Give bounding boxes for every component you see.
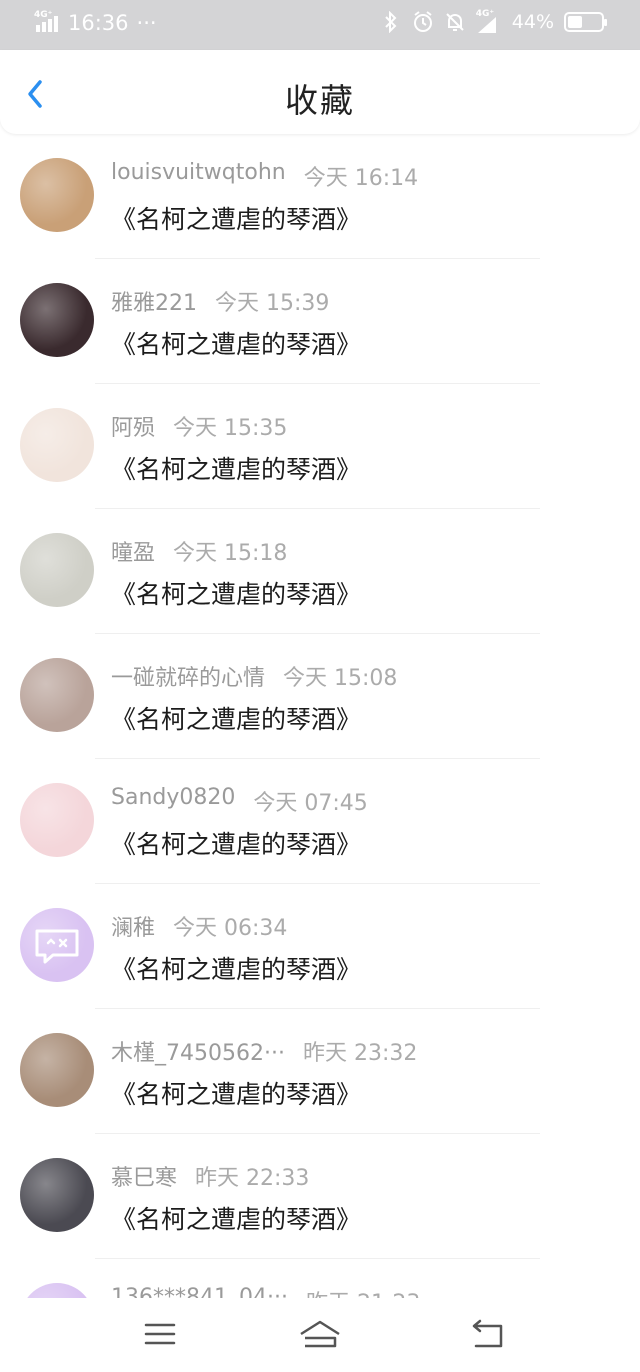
avatar[interactable]	[20, 533, 94, 607]
book-title[interactable]: 《名柯之遭虐的琴酒》	[111, 1200, 361, 1236]
username[interactable]: 澜稚	[111, 910, 155, 942]
username[interactable]: 136***841_04···	[111, 1285, 288, 1298]
avatar[interactable]	[20, 158, 94, 232]
signal-icon: 4G⁺	[34, 10, 60, 34]
avatar[interactable]	[20, 283, 94, 357]
system-nav-bar	[0, 1298, 640, 1372]
back-icon	[472, 1319, 503, 1348]
item-meta: 曈盈 今天 15:18	[111, 535, 287, 567]
list-item[interactable]: 木槿_7450562··· 昨天 23:32 《名柯之遭虐的琴酒》	[0, 1009, 640, 1134]
list-item[interactable]: 一碰就碎的心情 今天 15:08 《名柯之遭虐的琴酒》	[0, 634, 640, 759]
chat-bubble-icon	[35, 929, 79, 964]
timestamp: 今天 07:45	[253, 791, 368, 816]
item-meta: 慕巳寒 昨天 22:33	[111, 1160, 309, 1192]
timestamp: 今天 06:34	[173, 916, 288, 941]
chat-bubble-icon	[20, 1283, 94, 1298]
favorites-list[interactable]: louisvuitwqtohn 今天 16:14 《名柯之遭虐的琴酒》 雅雅221 今天…	[0, 134, 640, 1298]
book-title[interactable]: 《名柯之遭虐的琴酒》	[111, 325, 361, 361]
timestamp: 昨天 21:23	[306, 1285, 420, 1298]
list-item[interactable]: 阿殒 今天 15:35 《名柯之遭虐的琴酒》	[0, 384, 640, 509]
item-meta: 136***841_04··· 昨天 21:23	[111, 1285, 420, 1298]
username[interactable]: 雅雅221	[111, 285, 197, 317]
cellular-icon: 4G⁺	[476, 9, 502, 33]
avatar[interactable]	[20, 1033, 94, 1107]
menu-button[interactable]	[138, 1316, 182, 1352]
battery-percent: 44%	[511, 11, 554, 33]
timestamp: 今天 15:39	[215, 291, 330, 316]
timestamp: 昨天 23:32	[302, 1041, 418, 1066]
menu-icon	[144, 1323, 176, 1345]
item-meta: 阿殒 今天 15:35	[111, 410, 287, 442]
avatar[interactable]	[20, 783, 94, 857]
list-item[interactable]: louisvuitwqtohn 今天 16:14 《名柯之遭虐的琴酒》	[0, 134, 640, 259]
page-title: 收藏	[285, 81, 355, 120]
avatar[interactable]	[20, 658, 94, 732]
username[interactable]: 木槿_7450562···	[111, 1035, 285, 1067]
username[interactable]: louisvuitwqtohn	[111, 160, 286, 192]
return-button[interactable]	[466, 1316, 510, 1352]
home-button[interactable]	[298, 1316, 342, 1352]
more-notifications: ···	[136, 11, 157, 35]
list-item[interactable]: 澜稚 今天 06:34 《名柯之遭虐的琴酒》	[0, 884, 640, 1009]
list-item[interactable]: Sandy0820 今天 07:45 《名柯之遭虐的琴酒》	[0, 759, 640, 884]
item-meta: 雅雅221 今天 15:39	[111, 285, 329, 317]
list-item[interactable]: 雅雅221 今天 15:39 《名柯之遭虐的琴酒》	[0, 259, 640, 384]
alarm-icon	[412, 11, 434, 33]
clock: 16:36	[68, 11, 129, 35]
battery-icon	[564, 12, 607, 32]
book-title[interactable]: 《名柯之遭虐的琴酒》	[111, 825, 361, 861]
book-title[interactable]: 《名柯之遭虐的琴酒》	[111, 950, 361, 986]
item-meta: 木槿_7450562··· 昨天 23:32	[111, 1035, 417, 1067]
list-item[interactable]: 曈盈 今天 15:18 《名柯之遭虐的琴酒》	[0, 509, 640, 634]
book-title[interactable]: 《名柯之遭虐的琴酒》	[111, 450, 361, 486]
timestamp: 昨天 22:33	[195, 1166, 310, 1191]
avatar[interactable]	[20, 1158, 94, 1232]
avatar[interactable]	[20, 908, 94, 982]
header-bar: 收藏	[0, 50, 640, 134]
book-title[interactable]: 《名柯之遭虐的琴酒》	[111, 1075, 361, 1111]
item-meta: Sandy0820 今天 07:45	[111, 785, 368, 817]
list-item[interactable]: 136***841_04···昨天 21:23《名柯之遭虐的琴酒》	[0, 1259, 640, 1298]
username[interactable]: Sandy0820	[111, 785, 235, 817]
item-meta: louisvuitwqtohn 今天 16:14	[111, 160, 418, 192]
item-meta: 澜稚 今天 06:34	[111, 910, 287, 942]
status-left: 4G⁺ 16:36 ···	[34, 10, 157, 35]
avatar[interactable]	[20, 1283, 94, 1298]
book-title[interactable]: 《名柯之遭虐的琴酒》	[111, 700, 361, 736]
avatar[interactable]	[20, 408, 94, 482]
timestamp: 今天 15:18	[173, 541, 288, 566]
book-title[interactable]: 《名柯之遭虐的琴酒》	[111, 200, 361, 236]
item-meta: 一碰就碎的心情 今天 15:08	[111, 660, 397, 692]
timestamp: 今天 15:08	[283, 666, 398, 691]
list-item[interactable]: 慕巳寒 昨天 22:33 《名柯之遭虐的琴酒》	[0, 1134, 640, 1259]
username[interactable]: 阿殒	[111, 410, 155, 442]
username[interactable]: 一碰就碎的心情	[111, 660, 265, 692]
book-title[interactable]: 《名柯之遭虐的琴酒》	[111, 575, 361, 611]
username[interactable]: 曈盈	[111, 535, 155, 567]
mute-icon	[444, 11, 466, 33]
status-right: 4G⁺ 44%	[380, 9, 607, 34]
timestamp: 今天 16:14	[303, 166, 419, 191]
bluetooth-icon	[380, 10, 402, 34]
home-icon	[300, 1320, 340, 1348]
timestamp: 今天 15:35	[173, 416, 288, 441]
username[interactable]: 慕巳寒	[111, 1160, 177, 1192]
status-bar: 4G⁺ 16:36 ··· 4G⁺ 44%	[0, 0, 640, 50]
